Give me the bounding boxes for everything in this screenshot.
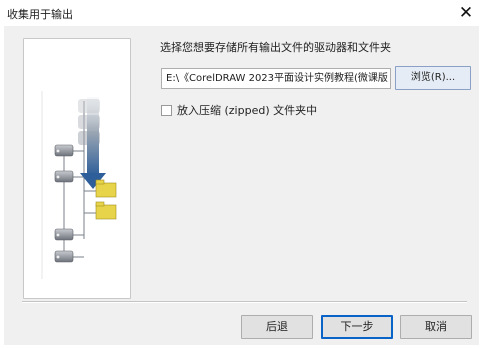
zip-option[interactable]: 放入压缩 (zipped) 文件夹中 (161, 103, 317, 117)
disk-drive-icon (54, 144, 74, 157)
close-button[interactable]: ✕ (455, 2, 477, 24)
disk-drive-icon (54, 228, 74, 241)
disk-drive-icon (54, 170, 74, 183)
next-button[interactable]: 下一步 (321, 315, 393, 339)
browse-button[interactable]: 浏览(R)... (395, 66, 471, 90)
zip-checkbox[interactable] (161, 104, 172, 116)
dialog-body: 选择您想要存储所有输出文件的驱动器和文件夹 E:\《CorelDRAW 2023… (4, 26, 479, 345)
window-title: 收集用于输出 (7, 8, 73, 21)
folder-icon (95, 201, 117, 220)
instruction-text: 选择您想要存储所有输出文件的驱动器和文件夹 (160, 41, 391, 54)
cancel-button[interactable]: 取消 (400, 315, 472, 339)
illustration-panel (23, 38, 131, 299)
back-button[interactable]: 后退 (241, 315, 313, 339)
disk-drive-icon (54, 250, 74, 263)
footer-separator (22, 301, 467, 303)
collect-output-illustration (41, 91, 117, 279)
zip-checkbox-label: 放入压缩 (zipped) 文件夹中 (177, 104, 318, 117)
output-path-field[interactable]: E:\《CorelDRAW 2023平面设计实例教程(微课版 (161, 68, 391, 89)
folder-icon (95, 179, 117, 198)
title-bar: 收集用于输出 ✕ (0, 0, 483, 26)
